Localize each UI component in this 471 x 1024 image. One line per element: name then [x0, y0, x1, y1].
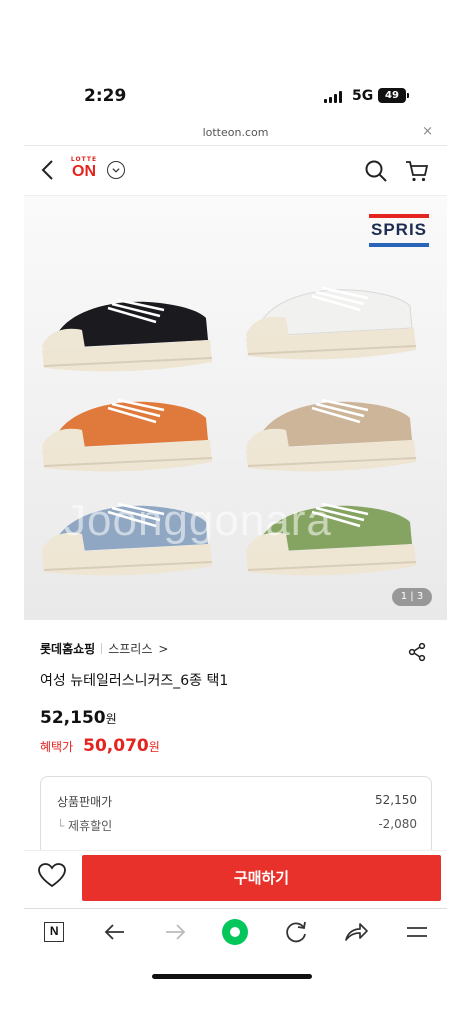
back-arrow-icon[interactable] [38, 158, 58, 182]
shoe-image-beige [246, 398, 417, 472]
benefit-price-row: 혜택가 50,070원 [40, 736, 160, 756]
watermark-text: Joonggonara [64, 496, 332, 545]
share-arrow-icon[interactable] [342, 918, 370, 946]
breadcrumb: 롯데홈쇼핑 스프리스 > [40, 640, 168, 657]
breakdown-label: 상품판매가 [57, 795, 113, 809]
site-header: LOTTE ON [24, 146, 447, 196]
share-icon[interactable] [408, 642, 426, 662]
price-value: 52,150 [40, 708, 106, 728]
breakdown-row: 제휴할인 -2,080 [57, 817, 417, 834]
refresh-icon[interactable] [282, 918, 310, 946]
logo-main-text: ON [72, 163, 96, 180]
image-counter: 1 | 3 [392, 588, 432, 606]
benefit-value: 50,070 [83, 736, 149, 756]
back-icon[interactable] [101, 918, 129, 946]
close-tab-icon[interactable]: × [422, 124, 433, 139]
brand-badge: SPRIS [369, 214, 429, 250]
product-price: 52,150원 [40, 708, 117, 728]
network-label: 5G [352, 88, 374, 104]
shoe-image-orange [42, 398, 213, 472]
benefit-label: 혜택가 [40, 740, 74, 754]
browser-url-bar[interactable]: lotteon.com × [24, 122, 447, 146]
signal-icon [324, 91, 342, 103]
shoe-image-white [246, 286, 417, 360]
chevron-down-icon[interactable] [107, 161, 125, 179]
phone-screen: 2:29 5G 49 lotteon.com × LOTTE ON SPRIS … [24, 66, 447, 988]
breakdown-label: 제휴할인 [57, 817, 112, 834]
benefit-price: 50,070원 [83, 736, 160, 756]
breakdown-value: 52,150 [375, 793, 417, 807]
buy-button[interactable]: 구매하기 [82, 855, 441, 901]
battery-icon: 49 [378, 88, 409, 103]
product-image-gallery[interactable]: SPRIS Joonggonara 1 | 3 [24, 196, 447, 620]
breakdown-row: 상품판매가 52,150 [57, 793, 417, 810]
brand-link[interactable]: 스프리스 [108, 640, 152, 657]
logo-top-text: LOTTE [70, 156, 98, 163]
benefit-unit: 원 [148, 740, 160, 754]
green-dot-home-icon[interactable] [221, 918, 249, 946]
breadcrumb-divider [101, 643, 103, 654]
menu-icon[interactable] [403, 918, 431, 946]
browser-toolbar: N [24, 908, 447, 954]
breakdown-value: -2,080 [378, 817, 417, 831]
chevron-right-icon[interactable]: > [158, 642, 168, 656]
forward-icon[interactable] [161, 918, 189, 946]
shoe-image-black [42, 298, 213, 372]
naver-n-icon: N [44, 921, 65, 942]
seller-name[interactable]: 롯데홈쇼핑 [40, 640, 95, 657]
naver-home-button[interactable]: N [40, 918, 68, 946]
lotte-on-logo[interactable]: LOTTE ON [68, 156, 100, 181]
price-unit: 원 [105, 712, 117, 726]
purchase-bar: 구매하기 [24, 850, 447, 906]
brand-badge-text: SPRIS [370, 220, 428, 239]
product-title: 여성 뉴테일러스니커즈_6종 택1 [40, 673, 229, 689]
search-icon[interactable] [364, 159, 388, 183]
heart-icon[interactable] [38, 863, 66, 889]
screenshot-frame: 2:29 5G 49 lotteon.com × LOTTE ON SPRIS … [0, 0, 471, 1024]
url-text[interactable]: lotteon.com [24, 126, 447, 139]
cart-icon[interactable] [404, 158, 430, 184]
status-bar: 2:29 5G 49 [24, 66, 447, 122]
home-indicator[interactable] [152, 974, 312, 979]
status-time: 2:29 [84, 86, 127, 106]
